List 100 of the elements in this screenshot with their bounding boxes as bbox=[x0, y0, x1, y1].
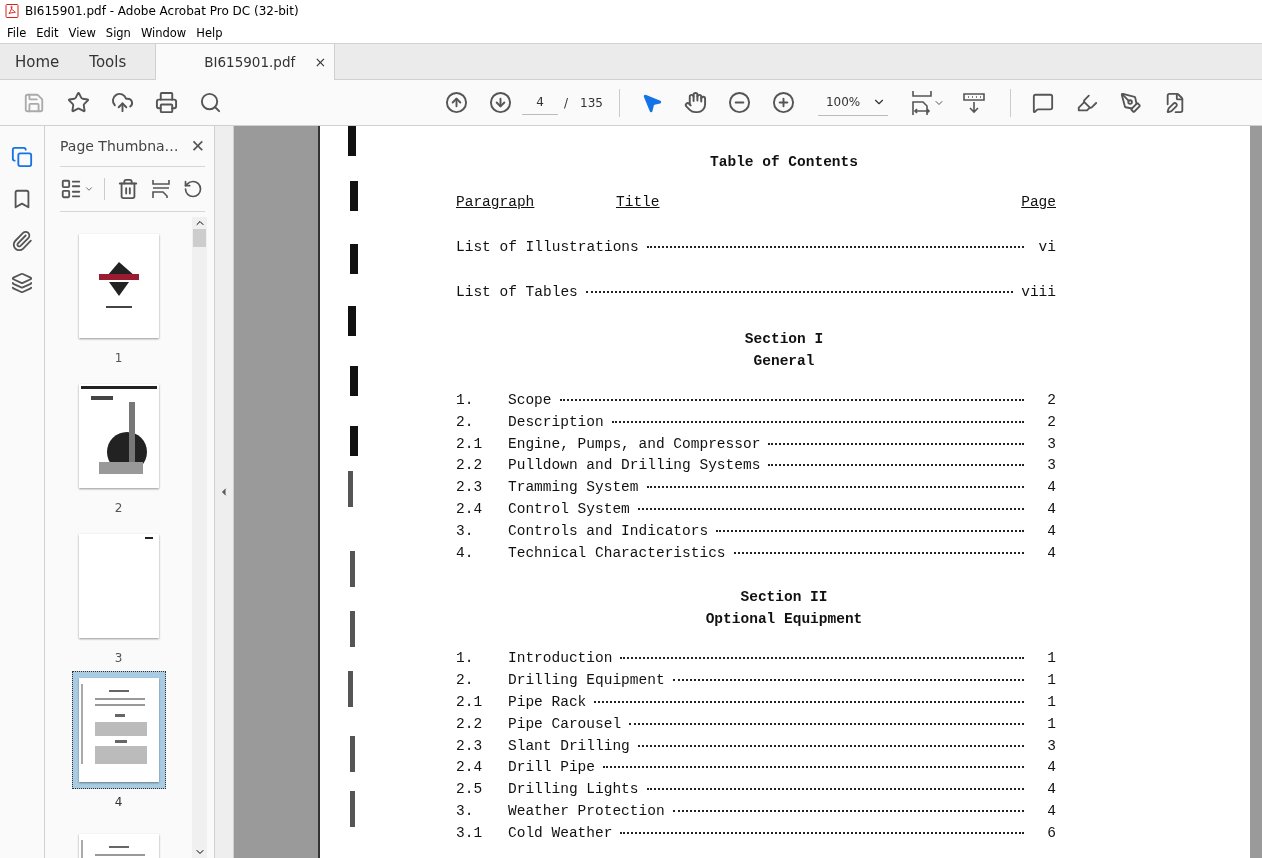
toc-page: 4 bbox=[1046, 781, 1056, 798]
panel-title: Page Thumbna… bbox=[60, 138, 179, 154]
next-page-icon[interactable] bbox=[488, 91, 512, 114]
toc-number: 3.1 bbox=[456, 824, 484, 841]
pdf-file-icon bbox=[5, 4, 19, 18]
toc-page: 4 bbox=[1046, 544, 1056, 561]
previous-page-icon[interactable] bbox=[444, 91, 468, 114]
page-thumbnail[interactable] bbox=[71, 671, 166, 789]
toc-number: 2.3 bbox=[456, 737, 484, 754]
page-label: 1 bbox=[114, 351, 123, 365]
menu-item[interactable]: File bbox=[2, 25, 32, 40]
toc-title: Cold Weather bbox=[508, 824, 613, 841]
toc-title: List of Tables bbox=[456, 284, 578, 300]
zoom-field[interactable]: 100% bbox=[817, 89, 888, 116]
zoom-in-icon[interactable] bbox=[772, 91, 796, 114]
toc-title: Engine, Pumps, and Compressor bbox=[508, 435, 761, 452]
search-icon[interactable] bbox=[198, 91, 222, 114]
pages-icon[interactable] bbox=[11, 146, 33, 168]
cloud-upload-icon[interactable] bbox=[110, 91, 134, 114]
menu-item[interactable]: Window bbox=[135, 25, 192, 40]
caret-icon[interactable] bbox=[84, 184, 94, 194]
toc-title: Drill Pipe bbox=[508, 759, 595, 776]
scrollbar[interactable] bbox=[192, 217, 207, 858]
scroll-mode-icon[interactable] bbox=[961, 91, 986, 114]
menu-item[interactable]: Edit bbox=[31, 25, 64, 40]
options-icon[interactable] bbox=[60, 178, 82, 200]
hand-icon[interactable] bbox=[684, 91, 708, 114]
rotate-icon[interactable] bbox=[183, 179, 203, 199]
column-heading: Paragraph bbox=[456, 194, 536, 212]
toc-number: 2.1 bbox=[456, 435, 484, 452]
column-heading: Page bbox=[1021, 194, 1056, 212]
pen-icon[interactable] bbox=[1119, 91, 1142, 114]
page-label: 3 bbox=[114, 651, 123, 665]
toc-title: Pipe Carousel bbox=[508, 715, 622, 732]
toc-page: 6 bbox=[1046, 824, 1056, 841]
menu-item[interactable]: View bbox=[63, 25, 101, 40]
nav-tab[interactable]: Home bbox=[0, 44, 75, 79]
page-count: 135 bbox=[580, 95, 603, 110]
toc-page: viii bbox=[1021, 284, 1056, 300]
zoom-out-icon[interactable] bbox=[728, 91, 752, 114]
toc-number: 2.4 bbox=[456, 501, 484, 517]
toc-title: Pipe Rack bbox=[508, 693, 587, 710]
toc-number: 2.2 bbox=[456, 715, 484, 732]
toc-number: 2.3 bbox=[456, 479, 484, 496]
paperclip-icon[interactable] bbox=[11, 230, 33, 252]
trash-icon[interactable] bbox=[117, 178, 139, 200]
section-heading: Section II bbox=[739, 588, 829, 608]
section-heading: Section I bbox=[743, 330, 825, 349]
toc-number: 2.5 bbox=[456, 781, 484, 798]
toc-number: 3. bbox=[456, 522, 475, 539]
star-icon[interactable] bbox=[66, 91, 90, 114]
printer-icon[interactable] bbox=[154, 91, 178, 114]
toc-page: 4 bbox=[1046, 479, 1056, 496]
toc-title: Introduction bbox=[508, 650, 613, 667]
toc-title: Scope bbox=[508, 392, 552, 408]
page-insert-icon[interactable] bbox=[151, 179, 171, 199]
fit-width-icon[interactable] bbox=[910, 89, 933, 116]
toc-title: Drilling Lights bbox=[508, 781, 639, 798]
toc-page: 4 bbox=[1046, 759, 1056, 776]
close-panel-button[interactable]: ✕ bbox=[190, 136, 205, 156]
comment-icon[interactable] bbox=[1031, 91, 1054, 114]
toc-title: Weather Protection bbox=[508, 802, 665, 819]
toc-number: 2. bbox=[456, 672, 475, 689]
column-heading: Title bbox=[616, 194, 661, 212]
toc-page: 3 bbox=[1046, 457, 1056, 474]
page-number-field[interactable]: 4 bbox=[522, 90, 558, 115]
toc-page: 3 bbox=[1046, 435, 1056, 452]
toc-title: Control System bbox=[508, 501, 630, 517]
toc-title: Tramming System bbox=[508, 479, 639, 496]
document-tab[interactable]: BI615901.pdf × bbox=[155, 44, 336, 80]
toc-number: 3. bbox=[456, 802, 475, 819]
toc-page: 1 bbox=[1046, 672, 1056, 689]
toc-number: 4. bbox=[456, 544, 475, 561]
window-title: BI615901.pdf - Adobe Acrobat Pro DC (32-bit) bbox=[25, 4, 299, 18]
section-subheading: General bbox=[752, 352, 816, 371]
toc-number: 2.2 bbox=[456, 457, 484, 474]
menu-item[interactable]: Sign bbox=[100, 25, 136, 40]
section-subheading: Optional Equipment bbox=[704, 610, 864, 630]
toc-number: 2.4 bbox=[456, 759, 484, 776]
toc-page: vi bbox=[1037, 239, 1056, 255]
toc-title: Pulldown and Drilling Systems bbox=[508, 457, 761, 474]
menu-item[interactable]: Help bbox=[191, 25, 228, 40]
toc-number: 2. bbox=[456, 413, 475, 430]
scrollbar-thumb[interactable] bbox=[193, 229, 206, 247]
toc-title: Drilling Equipment bbox=[508, 672, 665, 689]
toc-page: 2 bbox=[1046, 413, 1056, 430]
layers-icon[interactable] bbox=[11, 272, 33, 294]
document-title: Table of Contents bbox=[709, 153, 859, 172]
toc-page: 4 bbox=[1046, 501, 1056, 517]
page-separator: / bbox=[564, 95, 569, 110]
close-tab-button[interactable]: × bbox=[314, 54, 327, 70]
toc-page: 1 bbox=[1046, 715, 1056, 732]
page-label: 2 bbox=[114, 501, 123, 515]
toc-page: 4 bbox=[1046, 522, 1056, 539]
toc-number: 1. bbox=[456, 650, 475, 667]
toc-page: 2 bbox=[1046, 392, 1056, 408]
toc-title: Description bbox=[508, 413, 604, 430]
toc-page: 1 bbox=[1046, 650, 1056, 667]
nav-tab[interactable]: Tools bbox=[74, 44, 142, 79]
toc-number: 1. bbox=[456, 392, 475, 408]
